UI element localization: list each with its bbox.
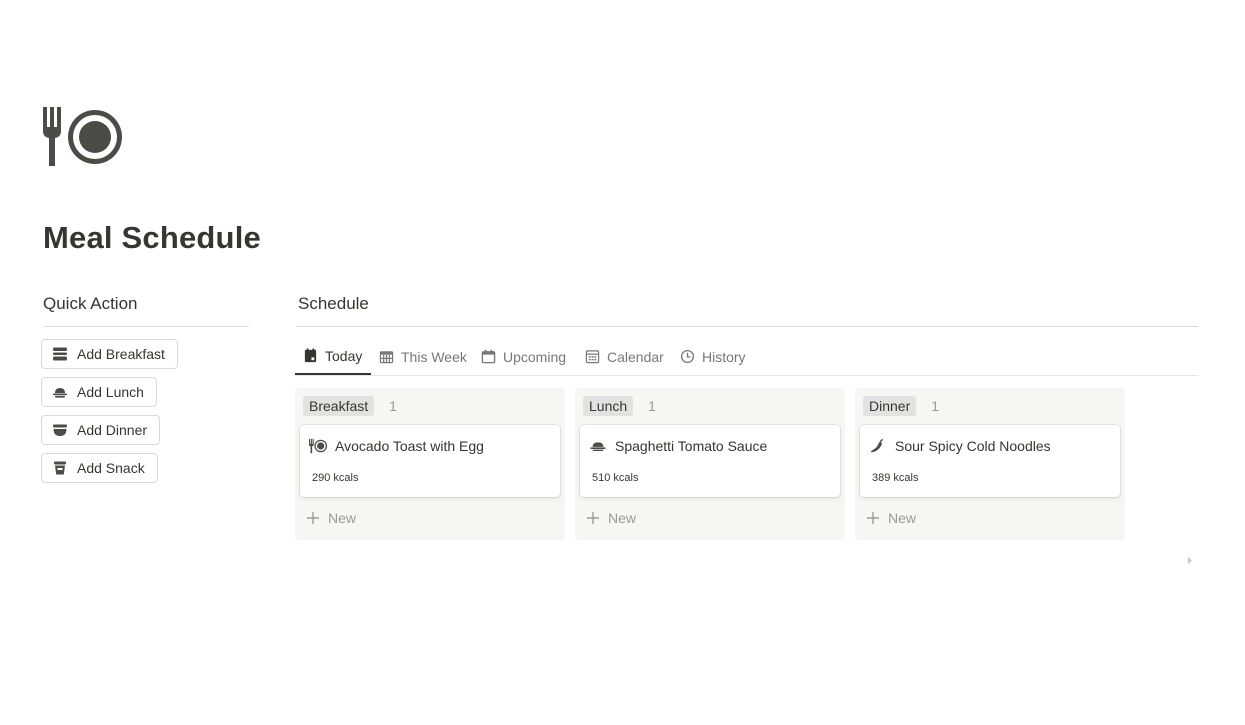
calendar-week-icon — [379, 351, 394, 364]
column-count: 1 — [389, 398, 397, 414]
column-header: Lunch 1 — [583, 396, 656, 416]
card-title-text: Avocado Toast with Egg — [335, 438, 484, 454]
page-title: Meal Schedule — [43, 220, 261, 255]
column-tag[interactable]: Lunch — [583, 396, 634, 416]
card-kcal: 290 kcals — [312, 472, 359, 484]
add-lunch-button[interactable]: Add Lunch — [41, 377, 157, 407]
add-breakfast-label: Add Breakfast — [77, 346, 165, 362]
column-count: 1 — [931, 398, 940, 414]
tab-this-week[interactable]: This Week — [379, 338, 467, 375]
column-tag[interactable]: Breakfast — [303, 396, 375, 416]
bowl-icon — [53, 424, 67, 436]
card-title: Avocado Toast with Egg — [309, 438, 484, 454]
plus-icon — [307, 512, 319, 524]
board-column-dinner: Dinner 1 Sour Spicy Cold Noodles 389 kca… — [855, 388, 1125, 540]
new-card-button[interactable]: New — [866, 510, 916, 526]
new-card-button[interactable]: New — [586, 510, 636, 526]
quick-action-list: Add Breakfast Add Lunch Add Dinner Add S… — [41, 339, 178, 491]
tab-today[interactable]: Today — [295, 338, 371, 375]
column-count: 1 — [648, 398, 656, 414]
calendar-grid-icon — [585, 350, 600, 364]
tab-upcoming-label: Upcoming — [503, 348, 567, 365]
card-title: Spaghetti Tomato Sauce — [589, 438, 767, 454]
new-card-label: New — [328, 510, 357, 526]
tab-calendar[interactable]: Calendar — [585, 338, 664, 375]
tab-upcoming[interactable]: Upcoming — [481, 338, 566, 375]
dish-icon — [590, 442, 606, 452]
new-card-button[interactable]: New — [306, 510, 356, 526]
new-card-label: New — [888, 510, 917, 526]
add-snack-label: Add Snack — [77, 460, 145, 476]
tab-this-week-label: This Week — [401, 348, 467, 365]
card-kcal: 510 kcals — [592, 472, 639, 484]
meal-card[interactable]: Avocado Toast with Egg 290 kcals — [300, 425, 560, 497]
sandwich-icon — [53, 347, 67, 361]
clock-icon — [680, 349, 695, 364]
view-tabs: Today This Week Upcoming Calendar Histor… — [295, 338, 1198, 376]
add-breakfast-button[interactable]: Add Breakfast — [41, 339, 178, 369]
plus-icon — [587, 512, 599, 524]
schedule-heading: Schedule — [298, 294, 369, 313]
meal-card[interactable]: Spaghetti Tomato Sauce 510 kcals — [580, 425, 840, 497]
card-kcal: 389 kcals — [872, 472, 919, 484]
quick-action-divider — [43, 326, 249, 327]
add-lunch-label: Add Lunch — [77, 384, 144, 400]
calendar-icon — [481, 349, 496, 364]
card-title-text: Sour Spicy Cold Noodles — [895, 438, 1051, 454]
dish-icon — [53, 388, 67, 398]
tab-calendar-label: Calendar — [607, 348, 664, 365]
quick-action-heading: Quick Action — [43, 294, 138, 313]
tab-history-label: History — [702, 348, 746, 365]
tab-history[interactable]: History — [680, 338, 746, 375]
add-dinner-label: Add Dinner — [77, 422, 148, 438]
column-tag[interactable]: Dinner — [863, 396, 917, 416]
fork-plate-icon — [309, 438, 327, 454]
cup-icon — [54, 461, 66, 475]
board-column-breakfast: Breakfast 1 Avocado Toast with Egg 290 k… — [295, 388, 565, 540]
new-card-label: New — [608, 510, 637, 526]
card-title-text: Spaghetti Tomato Sauce — [615, 438, 768, 454]
schedule-divider — [297, 326, 1198, 327]
add-snack-button[interactable]: Add Snack — [41, 453, 158, 483]
meal-card[interactable]: Sour Spicy Cold Noodles 389 kcals — [860, 425, 1120, 497]
add-dinner-button[interactable]: Add Dinner — [41, 415, 161, 445]
board-column-lunch: Lunch 1 Spaghetti Tomato Sauce 510 kcals… — [575, 388, 845, 540]
chili-pepper-icon — [870, 439, 884, 453]
scroll-right-arrow-icon[interactable] — [1186, 556, 1194, 565]
tab-today-label: Today — [325, 347, 363, 364]
fork-plate-icon — [43, 107, 122, 166]
calendar-day-icon — [304, 348, 317, 363]
card-title: Sour Spicy Cold Noodles — [869, 438, 1051, 454]
column-header: Dinner 1 — [863, 396, 939, 416]
column-header: Breakfast 1 — [303, 396, 397, 416]
plus-icon — [867, 512, 879, 524]
